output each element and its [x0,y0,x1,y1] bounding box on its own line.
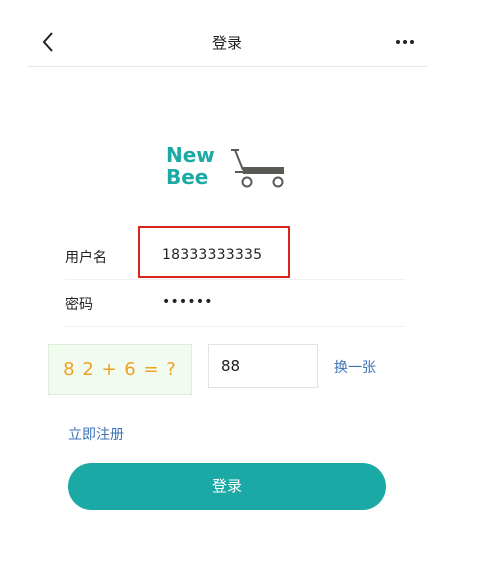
register-link[interactable]: 立即注册 [68,424,124,444]
logo-text-bee: Bee [166,165,208,189]
wagon-icon [231,149,284,188]
page-title: 登录 [211,34,242,52]
top-bar: 登录 [27,24,427,67]
refresh-captcha-link[interactable]: 换一张 [334,357,376,377]
logo-text-new: New [166,143,215,167]
username-label: 用户名 [65,250,107,266]
newbee-logo: New Bee [166,143,284,189]
password-input[interactable]: •••••• [162,294,213,310]
password-row: 密码 •••••• [65,280,405,327]
highlight-box [138,226,290,278]
more-options-icon[interactable] [393,34,417,50]
login-button[interactable]: 登录 [68,463,386,510]
captcha-image[interactable]: 8 2 + 6 = ? [48,344,192,395]
captcha-input[interactable]: 88 [208,344,318,388]
password-label: 密码 [65,297,93,313]
